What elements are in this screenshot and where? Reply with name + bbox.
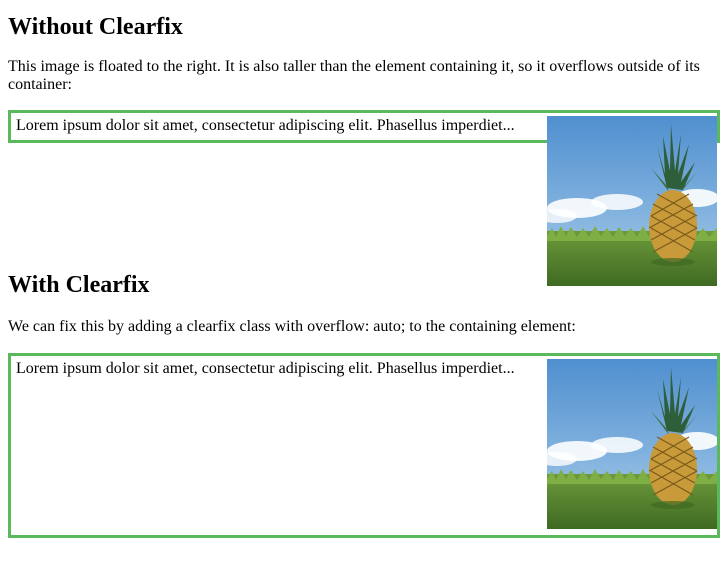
lorem-text: Lorem ipsum dolor sit amet, consectetur … xyxy=(16,360,515,377)
container-without-clearfix: Lorem ipsum dolor sit amet, consectetur … xyxy=(8,110,720,286)
container-with-clearfix: Lorem ipsum dolor sit amet, consectetur … xyxy=(8,353,720,538)
section-title-without-clearfix: Without Clearfix xyxy=(8,14,183,40)
pineapple-image xyxy=(547,359,717,529)
pineapple-image xyxy=(547,116,717,286)
section-description-with-clearfix: We can fix this by adding a clearfix cla… xyxy=(8,318,576,335)
lorem-text: Lorem ipsum dolor sit amet, consectetur … xyxy=(16,117,515,134)
section-description-without-clearfix: This image is floated to the right. It i… xyxy=(8,58,700,93)
